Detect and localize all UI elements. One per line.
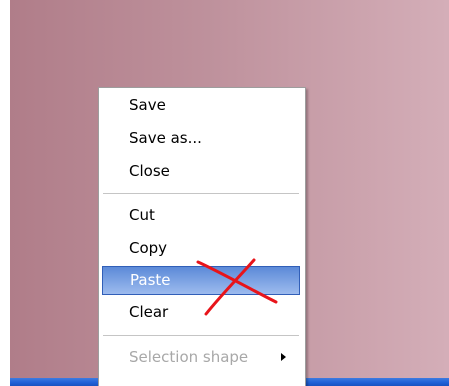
menu-item-cut[interactable]: Cut (102, 204, 300, 226)
context-menu: Save Save as... Close Cut Copy Paste Cle… (98, 87, 306, 386)
menu-item-close[interactable]: Close (102, 160, 300, 182)
menu-item-save-as[interactable]: Save as... (102, 127, 300, 149)
menu-item-clear[interactable]: Clear (102, 301, 300, 323)
menu-separator (103, 335, 299, 336)
menu-item-copy[interactable]: Copy (102, 237, 300, 259)
menu-item-selection-shape-label: Selection shape (129, 348, 249, 366)
menu-item-paste[interactable]: Paste (102, 266, 300, 295)
menu-separator (103, 193, 299, 194)
submenu-arrow-icon (281, 353, 286, 361)
menu-item-selection-shape: Selection shape (102, 346, 300, 368)
menu-item-save[interactable]: Save (102, 94, 300, 116)
